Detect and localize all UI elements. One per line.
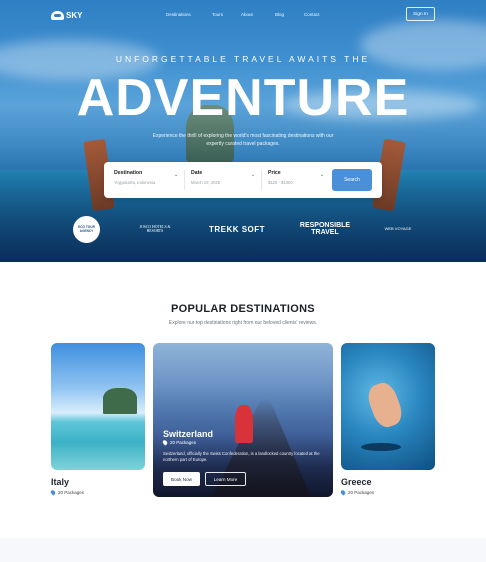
card-title-switzerland: Switzerland: [163, 429, 214, 439]
footer-band: [0, 538, 486, 562]
nav-links: Destinations Tours About Blog Contact: [166, 12, 334, 17]
chevron-down-icon: ⌄: [251, 172, 256, 178]
card-description: Switzerland, officially the Swiss Confed…: [163, 451, 320, 463]
date-value: March 19, 2025: [191, 180, 221, 185]
destination-placeholder: Yogyakarta, Indonesia: [114, 180, 156, 185]
fish-decoration: [361, 443, 401, 451]
card-packages-switzerland: 20 Packages: [161, 439, 197, 446]
divider: [184, 170, 185, 190]
nav-link-destinations[interactable]: Destinations: [166, 12, 212, 17]
partner-logos: ECO TOUR AGENCY JOSCO HOTELS & RESORTS T…: [0, 214, 486, 244]
chevron-down-icon: ⌄: [320, 172, 325, 178]
partner-logo-eco: ECO TOUR AGENCY: [73, 216, 100, 243]
destination-field[interactable]: Destination Yogyakarta, Indonesia ⌄: [114, 170, 180, 192]
partner-logo-responsible-travel: RESPONSIBLE TRAVEL: [299, 221, 351, 236]
divider: [261, 170, 262, 190]
price-label: Price: [268, 170, 281, 176]
price-value: $120 - $1000: [268, 180, 293, 185]
section-title: POPULAR DESTINATIONS: [171, 303, 315, 315]
partner-logo-josco: JOSCO HOTELS & RESORTS: [139, 224, 171, 233]
location-pin-icon: [161, 439, 169, 446]
brand-logo[interactable]: SKY: [51, 9, 82, 21]
person-figure: [235, 405, 253, 443]
book-now-button[interactable]: Book Now: [163, 472, 200, 486]
destination-card-greece[interactable]: [341, 343, 435, 470]
hero-tagline: UNFORGETTABLE TRAVEL AWAITS THE: [115, 54, 371, 64]
hero-headline: ADVENTURE: [76, 69, 410, 127]
diver-figure: [364, 379, 406, 431]
destination-card-italy[interactable]: [51, 343, 145, 470]
packages-count: 20 Packages: [170, 440, 197, 445]
packages-count: 20 Packages: [348, 490, 375, 495]
card-title-italy[interactable]: Italy: [51, 477, 69, 487]
search-button[interactable]: Search: [332, 169, 372, 191]
price-field[interactable]: Price $120 - $1000 ⌄: [268, 170, 326, 192]
search-bar: Destination Yogyakarta, Indonesia ⌄ Date…: [104, 162, 382, 198]
date-label: Date: [191, 170, 203, 176]
partner-logo-trekksoft: TREKK SOFT: [208, 224, 266, 234]
top-navigation: SKY Destinations Tours About Blog Contac…: [0, 0, 486, 30]
location-pin-icon: [339, 489, 347, 496]
learn-more-button[interactable]: Learn More: [205, 472, 246, 486]
nav-link-about[interactable]: About: [241, 12, 275, 17]
cloud-logo-icon: [51, 10, 64, 20]
brand-name: SKY: [66, 10, 83, 20]
date-field[interactable]: Date March 19, 2025 ⌄: [191, 170, 257, 192]
nav-link-contact[interactable]: Contact: [304, 12, 334, 17]
sign-in-button[interactable]: Sign In: [406, 7, 435, 21]
chevron-down-icon: ⌄: [174, 172, 179, 178]
hero-subcopy: Experience the thrill of exploring the w…: [152, 133, 334, 147]
hero-section: SKY Destinations Tours About Blog Contac…: [0, 0, 486, 262]
partner-logo-web-voyage: WEB VOYAGE: [384, 225, 412, 231]
card-packages-italy: 20 Packages: [49, 489, 85, 496]
destination-label: Destination: [114, 170, 143, 176]
card-packages-greece: 20 Packages: [339, 489, 375, 496]
destination-card-switzerland[interactable]: Switzerland 20 Packages Switzerland, off…: [153, 343, 333, 497]
section-subtitle: Explore our top destinations right from …: [168, 320, 318, 326]
packages-count: 20 Packages: [58, 490, 85, 495]
rock-island: [103, 388, 137, 414]
nav-link-blog[interactable]: Blog: [275, 12, 304, 17]
location-pin-icon: [49, 489, 57, 496]
nav-link-tours[interactable]: Tours: [212, 12, 241, 17]
card-title-greece[interactable]: Greece: [341, 477, 372, 487]
